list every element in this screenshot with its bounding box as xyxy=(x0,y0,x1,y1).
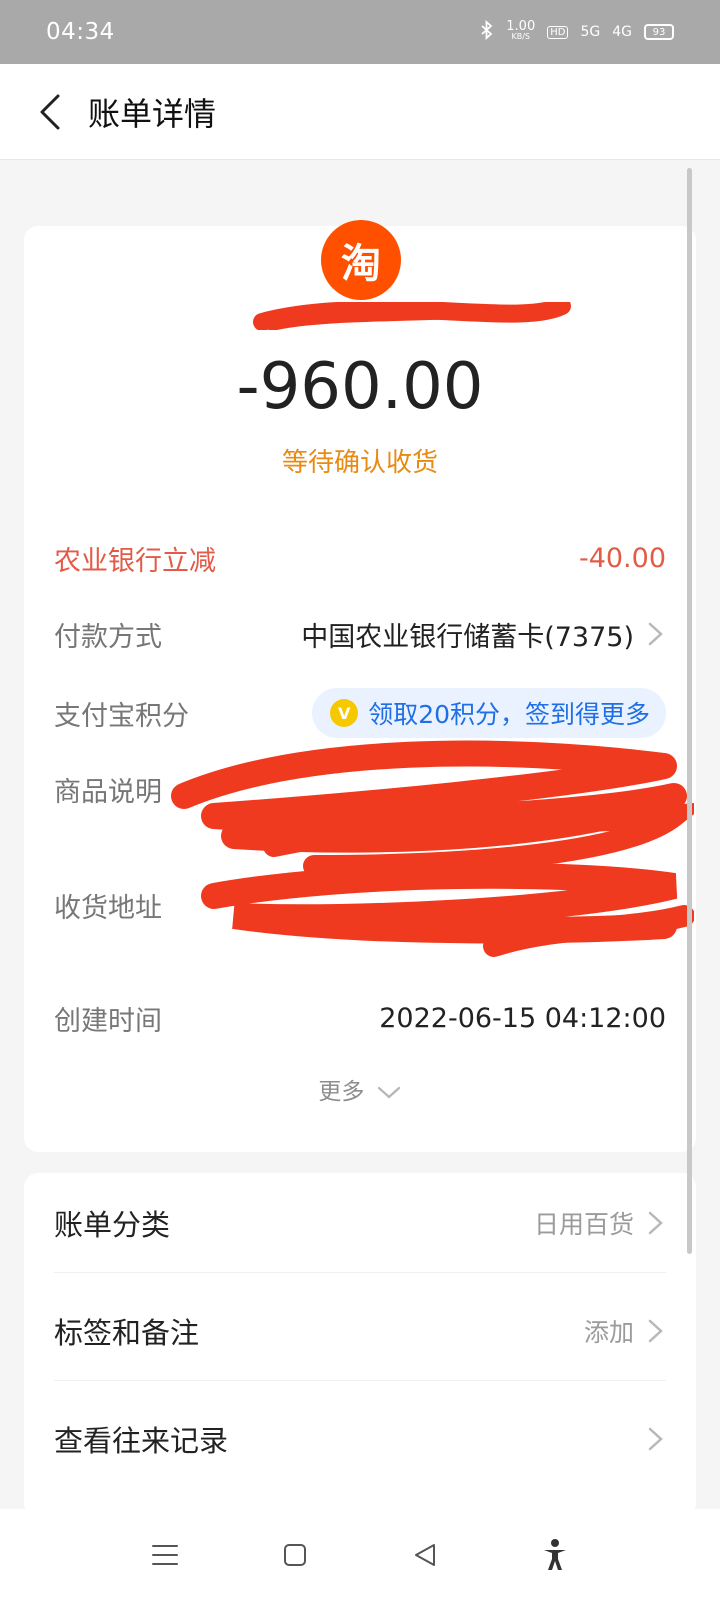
payment-method-value-wrap: 中国农业银行储蓄卡(7375) xyxy=(301,615,666,654)
created-time-label: 创建时间 xyxy=(54,1005,162,1037)
transaction-history-label: 查看往来记录 xyxy=(54,1424,229,1458)
created-time-value: 2022-06-15 04:12:00 xyxy=(379,1002,666,1034)
chevron-right-icon xyxy=(648,1211,663,1234)
app-header: 账单详情 xyxy=(0,64,720,160)
discount-value: -40.00 xyxy=(578,542,666,574)
discount-label: 农业银行立减 xyxy=(54,545,216,577)
tags-notes-right: 添加 xyxy=(584,1313,666,1349)
tags-notes-label: 标签和备注 xyxy=(54,1315,200,1350)
accessibility-icon[interactable] xyxy=(535,1535,575,1575)
battery-level: 93 xyxy=(652,26,666,38)
chevron-right-icon xyxy=(648,1319,663,1342)
more-label: 更多 xyxy=(318,1079,365,1105)
status-bar: 04:34 1.00 KB/S HD 5G 4G 93 xyxy=(0,0,720,64)
coin-icon: V xyxy=(330,699,359,727)
bill-actions-card: 账单分类 日用百货 标签和备注 添加 查看往来记录 xyxy=(24,1173,696,1517)
network-speed: 1.00 KB/S xyxy=(506,19,536,42)
chevron-down-icon xyxy=(377,1086,400,1098)
signal-5g-icon: 5G xyxy=(580,24,601,40)
redaction-scribble xyxy=(171,740,694,957)
back-triangle-icon[interactable] xyxy=(405,1535,445,1575)
bill-category-right: 日用百货 xyxy=(534,1205,666,1241)
status-time: 04:34 xyxy=(46,19,115,45)
network-speed-value: 1.00 xyxy=(506,19,536,34)
bill-category-label: 账单分类 xyxy=(54,1207,171,1242)
discount-row: 农业银行立减 -40.00 xyxy=(54,532,666,584)
more-toggle[interactable]: 更多 xyxy=(24,1072,696,1106)
taobao-icon: 淘 xyxy=(321,220,401,300)
hd-badge: HD xyxy=(547,25,569,39)
back-arrow-icon[interactable] xyxy=(30,92,70,132)
tags-notes-item[interactable]: 标签和备注 添加 xyxy=(54,1281,666,1381)
bill-status: 等待确认收货 xyxy=(281,448,438,478)
merchant-name-redacted xyxy=(252,302,572,330)
system-navigation-bar xyxy=(0,1509,720,1600)
bill-summary-card: 淘 -960.00 等待确认收货 农业银行立减 -40.00 付款方式 中国农业… xyxy=(24,220,696,1152)
shipping-address-label: 收货地址 xyxy=(54,892,162,924)
bluetooth-icon xyxy=(480,19,494,44)
payment-method-value: 中国农业银行储蓄卡(7375) xyxy=(301,621,634,653)
status-icons: 1.00 KB/S HD 5G 4G 93 xyxy=(480,19,674,44)
transaction-history-right xyxy=(634,1425,666,1453)
product-description-label: 商品说明 xyxy=(54,776,162,808)
created-time-row: 创建时间 2022-06-15 04:12:00 xyxy=(54,992,666,1044)
chevron-right-icon xyxy=(648,622,663,646)
bill-category-value: 日用百货 xyxy=(533,1209,634,1239)
payment-method-label: 付款方式 xyxy=(54,621,162,653)
page-title: 账单详情 xyxy=(88,94,217,133)
bill-amount: -960.00 xyxy=(236,350,484,424)
bill-category-item[interactable]: 账单分类 日用百货 xyxy=(54,1173,666,1273)
home-square-icon[interactable] xyxy=(275,1535,315,1575)
scrollbar[interactable] xyxy=(687,168,692,1254)
signal-4g-icon: 4G xyxy=(612,24,632,40)
transaction-history-item[interactable]: 查看往来记录 xyxy=(54,1389,666,1489)
menu-icon[interactable] xyxy=(145,1535,185,1575)
battery-icon: 93 xyxy=(644,24,674,40)
chevron-right-icon xyxy=(648,1427,663,1451)
tags-notes-value: 添加 xyxy=(583,1317,634,1347)
network-speed-unit: KB/S xyxy=(511,32,531,41)
payment-method-row[interactable]: 付款方式 中国农业银行储蓄卡(7375) xyxy=(54,608,666,660)
